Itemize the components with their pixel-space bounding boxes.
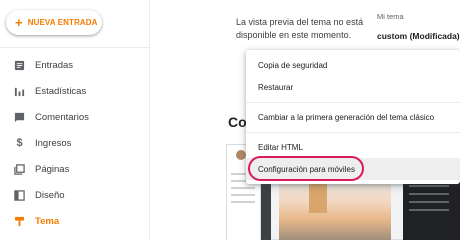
new-post-button[interactable]: + NUEVA ENTRADA <box>6 10 102 35</box>
highlight-annotation <box>248 156 364 181</box>
dollar-icon: $ <box>16 136 23 149</box>
posts-icon <box>14 60 25 70</box>
sidebar-item-label: Estadísticas <box>35 85 87 97</box>
sidebar-item-label: Tema <box>35 215 60 227</box>
avatar <box>236 150 246 160</box>
comments-icon <box>14 112 25 122</box>
menu-divider <box>246 102 460 103</box>
my-theme-value: custom (Modificada) <box>377 31 460 41</box>
plus-icon: + <box>15 15 23 30</box>
sidebar-item-label: Diseño <box>35 189 65 201</box>
sidebar-item-stats[interactable]: Estadísticas <box>0 78 150 104</box>
sidebar-item-label: Comentarios <box>35 111 89 123</box>
sidebar-item-theme[interactable]: Tema <box>0 208 150 234</box>
sidebar-divider <box>0 47 150 48</box>
stats-icon <box>14 87 25 96</box>
sidebar-item-label: Ingresos <box>35 137 72 149</box>
menu-item-restore[interactable]: Restaurar <box>246 76 460 98</box>
section-heading: Con <box>228 114 248 130</box>
layout-icon <box>14 189 25 201</box>
preview-dark-lines <box>409 185 449 217</box>
my-theme-label: Mi tema <box>377 12 404 21</box>
menu-divider <box>246 132 460 133</box>
theme-icon <box>14 216 25 226</box>
sidebar-item-posts[interactable]: Entradas <box>0 52 150 78</box>
sidebar-item-label: Entradas <box>35 59 74 71</box>
sidebar-item-comments[interactable]: Comentarios <box>0 104 150 130</box>
pages-icon <box>14 163 25 175</box>
sidebar-item-pages[interactable]: Páginas <box>0 156 150 182</box>
sidebar-item-label: Páginas <box>35 163 70 175</box>
menu-item-revert-classic[interactable]: Cambiar a la primera generación del tema… <box>246 106 460 128</box>
menu-item-edit-html[interactable]: Editar HTML <box>246 136 460 158</box>
sidebar-item-earnings[interactable]: $ Ingresos <box>0 130 150 156</box>
menu-item-backup[interactable]: Copia de seguridad <box>246 54 460 76</box>
sidebar: + NUEVA ENTRADA Entradas Estadísticas Co… <box>0 0 150 240</box>
preview-unavailable-message: La vista previa del tema no está disponi… <box>236 17 364 40</box>
new-post-label: NUEVA ENTRADA <box>27 18 98 27</box>
sidebar-item-layout[interactable]: Diseño <box>0 182 150 208</box>
